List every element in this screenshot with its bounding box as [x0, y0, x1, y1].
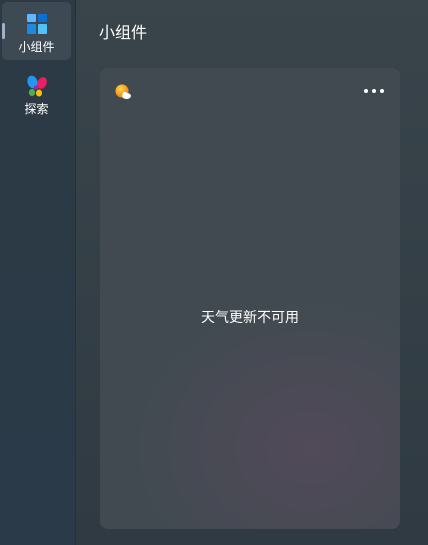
sidebar-item-label: 小组件 — [18, 40, 55, 54]
sidebar-item-label: 探索 — [24, 102, 49, 116]
sidebar-item-discover[interactable]: 探索 — [2, 64, 71, 122]
weather-widget-card[interactable]: 天气更新不可用 — [100, 68, 400, 529]
more-options-button[interactable] — [362, 81, 386, 101]
more-options-icon-dot — [380, 89, 384, 93]
sidebar-item-widgets[interactable]: 小组件 — [2, 2, 71, 60]
sidebar: 小组件 探索 — [0, 0, 76, 545]
active-indicator — [2, 23, 5, 39]
widgets-icon — [26, 14, 47, 34]
weather-partly-sunny-icon — [115, 84, 131, 99]
weather-status-message: 天气更新不可用 — [201, 310, 299, 326]
page-title: 小组件 — [99, 23, 148, 42]
discover-icon — [26, 75, 47, 97]
more-options-icon — [364, 89, 368, 93]
widgets-window: 小组件 探索 小组件 天气更新不可用 — [0, 0, 428, 545]
more-options-icon-dot — [372, 89, 376, 93]
